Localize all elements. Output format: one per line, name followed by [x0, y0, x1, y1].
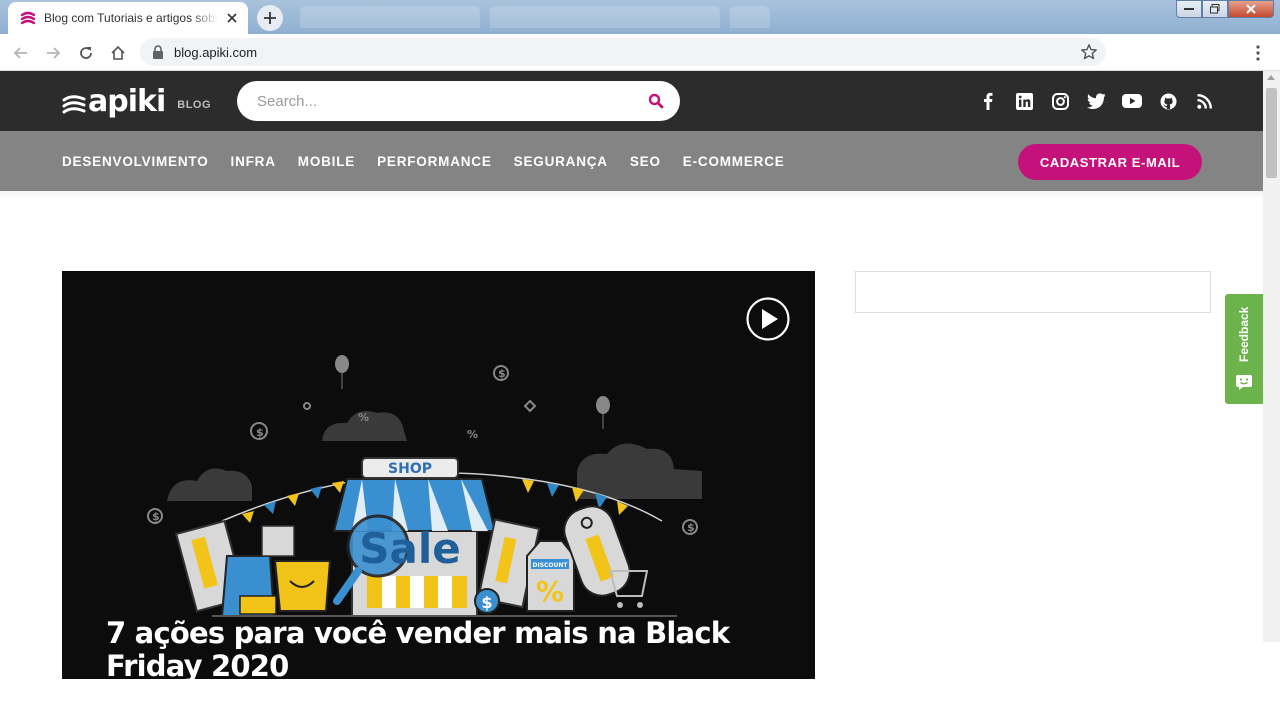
- social-links: [970, 91, 1222, 111]
- forward-button[interactable]: [42, 42, 64, 64]
- svg-text:$: $: [687, 521, 695, 534]
- minimize-icon: [1184, 8, 1194, 10]
- facebook-icon[interactable]: [970, 91, 1006, 111]
- menu-item-infra[interactable]: INFRA: [231, 154, 276, 169]
- new-tab-button[interactable]: [257, 5, 283, 31]
- window-restore-button[interactable]: [1202, 0, 1228, 18]
- scroll-up-arrow-icon[interactable]: [1267, 75, 1275, 80]
- tab-close-icon[interactable]: [224, 10, 240, 26]
- search-box: [237, 81, 680, 121]
- feedback-smiley-icon: [1236, 375, 1252, 390]
- close-icon: [1246, 4, 1256, 14]
- more-vert-icon: [1256, 45, 1260, 61]
- site-logo[interactable]: apiki BLOG: [62, 87, 211, 117]
- tab-title: Blog com Tutoriais e artigos sobre: [44, 11, 218, 25]
- arrow-right-icon: [47, 47, 61, 59]
- menu-item-mobile[interactable]: MOBILE: [298, 154, 355, 169]
- scrollbar-thumb[interactable]: [1266, 88, 1277, 178]
- plus-icon: [264, 12, 276, 24]
- subscribe-email-button[interactable]: CADASTRAR E-MAIL: [1018, 144, 1202, 180]
- shop-sign-label: SHOP: [388, 461, 432, 477]
- category-menu: DESENVOLVIMENTO INFRA MOBILE PERFORMANCE…: [62, 131, 807, 191]
- active-tab[interactable]: Blog com Tutoriais e artigos sobre: [8, 2, 248, 34]
- url-text: blog.apiki.com: [174, 44, 258, 60]
- github-icon[interactable]: [1150, 91, 1186, 111]
- twitter-icon[interactable]: [1078, 91, 1114, 111]
- menu-item-seguranca[interactable]: SEGURANÇA: [514, 154, 608, 169]
- arrow-left-icon: [13, 47, 27, 59]
- svg-text:$: $: [498, 367, 506, 380]
- home-button[interactable]: [107, 42, 129, 64]
- menu-item-ecommerce[interactable]: E-COMMERCE: [683, 154, 785, 169]
- youtube-icon[interactable]: [1114, 91, 1150, 111]
- search-input[interactable]: [257, 91, 637, 111]
- window-minimize-button[interactable]: [1176, 0, 1202, 18]
- main-navigation: DESENVOLVIMENTO INFRA MOBILE PERFORMANCE…: [0, 131, 1263, 191]
- play-video-icon[interactable]: [746, 297, 790, 341]
- background-tab[interactable]: [490, 6, 720, 28]
- featured-post-card[interactable]: $ $ $ $ % % SHOP Sale DISCOUNT % $ 7 açõ…: [62, 271, 815, 679]
- window-close-button[interactable]: [1228, 0, 1274, 18]
- reload-button[interactable]: [75, 42, 97, 64]
- back-button[interactable]: [10, 42, 32, 64]
- menu-item-seo[interactable]: SEO: [630, 154, 661, 169]
- page-viewport: apiki BLOG Search... DESENVOLVIMENTO INF…: [0, 71, 1263, 720]
- logo-wordmark: apiki: [88, 84, 166, 119]
- svg-text:%: %: [358, 411, 369, 424]
- background-tab[interactable]: [300, 6, 480, 28]
- bookmark-star-icon[interactable]: [1080, 43, 1098, 61]
- sidebar-widget: [855, 271, 1211, 313]
- logo-blog-label: BLOG: [177, 99, 212, 111]
- menu-item-performance[interactable]: PERFORMANCE: [377, 154, 492, 169]
- percent-tag-label: %: [536, 575, 564, 608]
- browser-toolbar: blog.apiki.com: [0, 34, 1280, 71]
- nav-shadow: [0, 191, 1263, 199]
- apiki-favicon-icon: [20, 11, 36, 25]
- feedback-tab[interactable]: Feedback: [1225, 294, 1263, 404]
- restore-icon: [1210, 4, 1220, 14]
- featured-post-title[interactable]: 7 ações para você vender mais na Black F…: [106, 617, 786, 680]
- browser-menu-button[interactable]: [1250, 42, 1266, 64]
- discount-tag-label: DISCOUNT: [532, 562, 568, 569]
- search-icon[interactable]: [648, 93, 664, 109]
- browser-tabbar: Blog com Tutoriais e artigos sobre: [0, 0, 1280, 34]
- lock-icon: [153, 45, 163, 59]
- menu-item-desenvolvimento[interactable]: DESENVOLVIMENTO: [62, 154, 209, 169]
- rss-icon[interactable]: [1186, 91, 1222, 111]
- page-scrollbar[interactable]: [1263, 71, 1280, 642]
- apiki-logo-icon: [62, 95, 86, 114]
- svg-text:%: %: [467, 428, 478, 441]
- sale-label: Sale: [359, 524, 460, 573]
- instagram-icon[interactable]: [1042, 91, 1078, 111]
- address-bar[interactable]: blog.apiki.com: [140, 38, 1106, 66]
- svg-text:$: $: [481, 593, 492, 612]
- linkedin-icon[interactable]: [1006, 91, 1042, 111]
- home-icon: [111, 45, 125, 60]
- feedback-label: Feedback: [1237, 306, 1251, 362]
- site-header: apiki BLOG: [0, 71, 1263, 131]
- reload-icon: [80, 47, 92, 59]
- svg-text:$: $: [152, 510, 160, 523]
- svg-text:$: $: [256, 426, 264, 439]
- background-tab[interactable]: [730, 6, 770, 28]
